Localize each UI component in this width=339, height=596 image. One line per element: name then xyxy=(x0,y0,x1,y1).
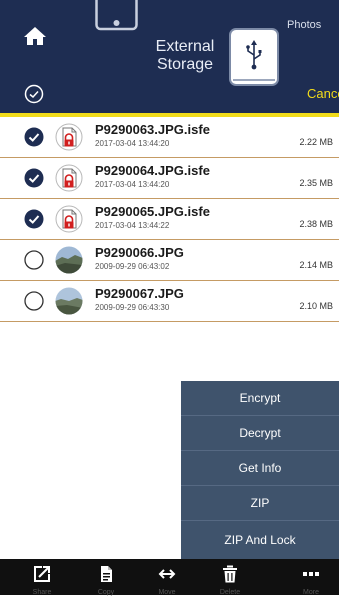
share-icon xyxy=(34,566,50,582)
file-name: P9290067.JPG xyxy=(95,286,184,301)
usb-drive-icon xyxy=(229,28,279,86)
file-date: 2009-09-29 06:43:02 xyxy=(95,262,170,271)
menu-item-decrypt[interactable]: Decrypt xyxy=(181,416,339,451)
menu-item-encrypt[interactable]: Encrypt xyxy=(181,381,339,416)
file-date: 2009-09-29 06:43:30 xyxy=(95,303,170,312)
device-icon xyxy=(95,0,138,31)
trash-icon xyxy=(223,565,237,583)
menu-item-zip-and-lock[interactable]: ZIP And Lock xyxy=(181,521,339,559)
file-name: P9290066.JPG xyxy=(95,245,184,260)
file-name: P9290065.JPG.isfe xyxy=(95,204,210,219)
checked-icon[interactable] xyxy=(24,127,44,147)
action-menu: Encrypt Decrypt Get Info ZIP ZIP And Loc… xyxy=(181,381,339,559)
more-button[interactable]: More xyxy=(291,559,331,596)
select-all-checkbox[interactable] xyxy=(24,84,44,104)
file-size: 2.10 MB xyxy=(299,301,333,311)
photos-label[interactable]: Photos xyxy=(287,19,321,31)
locked-file-icon xyxy=(55,164,83,192)
file-name: P9290063.JPG.isfe xyxy=(95,122,210,137)
share-button[interactable]: Share xyxy=(22,559,62,596)
photo-thumbnail xyxy=(55,287,83,315)
copy-icon xyxy=(101,566,112,582)
file-size: 2.22 MB xyxy=(299,137,333,147)
file-date: 2017-03-04 13:44:20 xyxy=(95,139,170,148)
file-row[interactable]: P9290066.JPG 2009-09-29 06:43:02 2.14 MB xyxy=(0,240,339,281)
file-size: 2.35 MB xyxy=(299,178,333,188)
file-size: 2.14 MB xyxy=(299,260,333,270)
external-storage-title: External Storage xyxy=(155,38,215,73)
delete-button[interactable]: Delete xyxy=(210,559,250,596)
menu-item-get-info[interactable]: Get Info xyxy=(181,451,339,486)
unchecked-icon[interactable] xyxy=(24,250,44,270)
locked-file-icon xyxy=(55,205,83,233)
file-list: P9290063.JPG.isfe 2017-03-04 13:44:20 2.… xyxy=(0,117,339,322)
checked-icon[interactable] xyxy=(24,168,44,188)
file-row[interactable]: P9290065.JPG.isfe 2017-03-04 13:44:22 2.… xyxy=(0,199,339,240)
copy-button[interactable]: Copy xyxy=(86,559,126,596)
menu-item-zip[interactable]: ZIP xyxy=(181,486,339,521)
file-size: 2.38 MB xyxy=(299,219,333,229)
bottom-toolbar: Share Copy Move Delete More xyxy=(0,559,339,596)
home-icon[interactable] xyxy=(22,24,48,48)
cancel-button[interactable]: Cancel xyxy=(307,86,339,101)
file-date: 2017-03-04 13:44:22 xyxy=(95,221,170,230)
file-date: 2017-03-04 13:44:20 xyxy=(95,180,170,189)
locked-file-icon xyxy=(55,123,83,151)
checked-icon[interactable] xyxy=(24,209,44,229)
file-name: P9290064.JPG.isfe xyxy=(95,163,210,178)
header-bar: External Storage Photos Cancel xyxy=(0,0,339,113)
move-button[interactable]: Move xyxy=(147,559,187,596)
file-row[interactable]: P9290064.JPG.isfe 2017-03-04 13:44:20 2.… xyxy=(0,158,339,199)
file-row[interactable]: P9290067.JPG 2009-09-29 06:43:30 2.10 MB xyxy=(0,281,339,322)
more-icon xyxy=(303,572,319,576)
move-icon xyxy=(158,569,176,579)
unchecked-icon[interactable] xyxy=(24,291,44,311)
photo-thumbnail xyxy=(55,246,83,274)
file-row[interactable]: P9290063.JPG.isfe 2017-03-04 13:44:20 2.… xyxy=(0,117,339,158)
